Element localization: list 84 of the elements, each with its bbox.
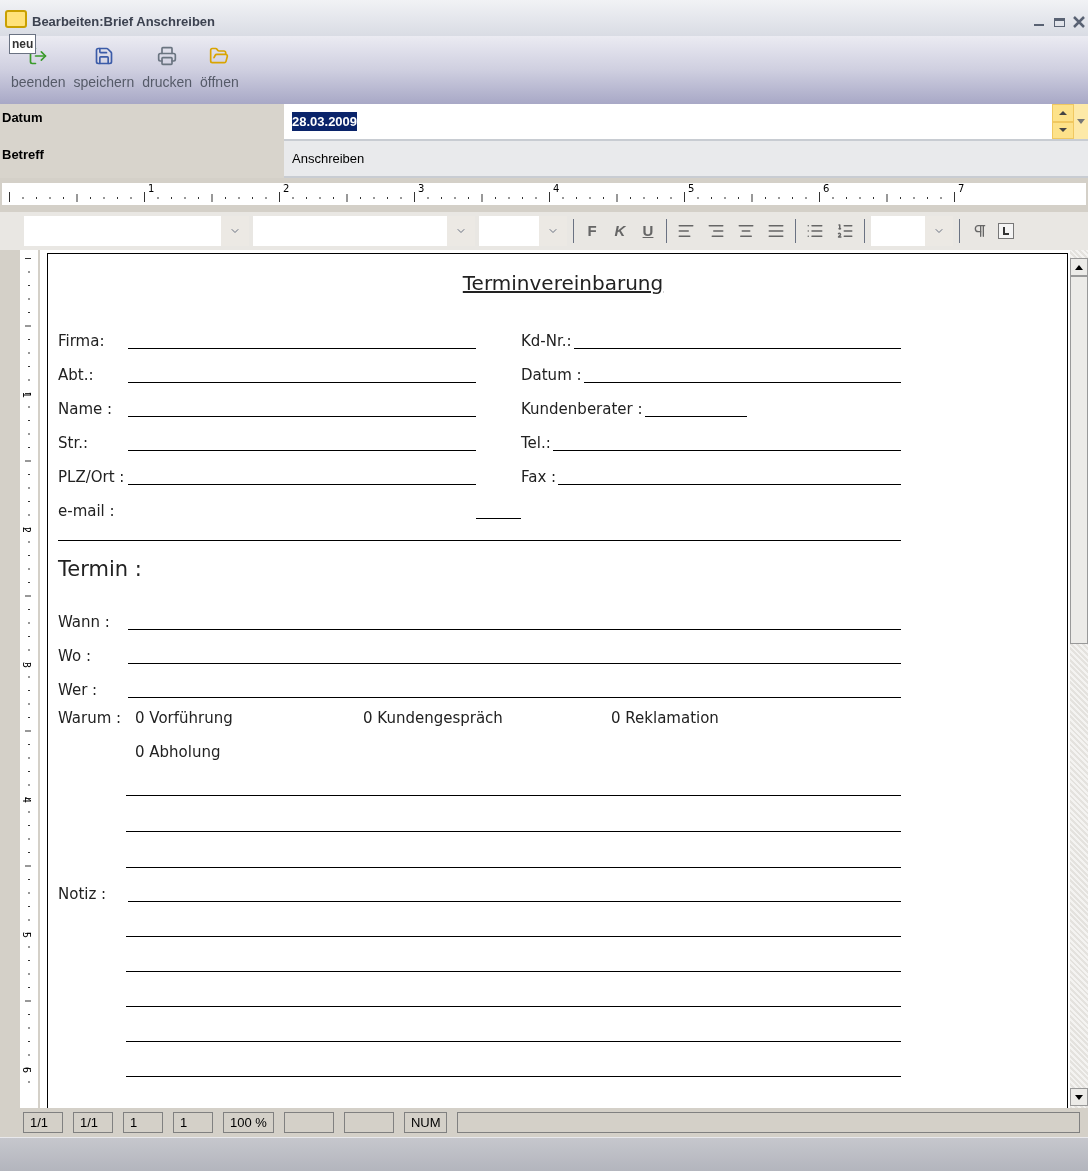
tab-stop-icon[interactable]: [998, 223, 1014, 239]
status-panel: [283, 1112, 334, 1133]
format-button[interactable]: F: [580, 219, 604, 243]
form-label: Wer :: [58, 679, 99, 701]
ruler-number: 1: [148, 183, 155, 195]
ruler-number: 6: [823, 183, 830, 195]
ruler-number: 6: [21, 1066, 32, 1074]
ruler-number: 3: [21, 661, 32, 669]
dropdown-button[interactable]: [1074, 104, 1088, 139]
status-panel: [343, 1112, 394, 1133]
form-label: Kundenberater :: [521, 398, 644, 420]
ruler-number: 2: [21, 526, 32, 534]
numbered-list-icon[interactable]: [836, 222, 854, 240]
dropdown-field[interactable]: [871, 216, 953, 246]
up-arrow-icon: [1075, 264, 1083, 270]
form-label: e-mail :: [58, 500, 116, 522]
status-panel: 1: [123, 1112, 163, 1133]
status-panel: 1/1: [23, 1112, 63, 1133]
field-label: Datum: [0, 104, 284, 141]
fill-in-line: [476, 518, 521, 519]
printer-icon: [157, 46, 178, 66]
toolbar-button[interactable]: öffnen: [197, 46, 242, 93]
ruler-number: 2: [283, 183, 290, 195]
option-label: 0 Reklamation: [611, 707, 720, 729]
toolbar-button[interactable]: drucken: [139, 46, 196, 93]
dropdown-field[interactable]: [24, 216, 249, 246]
form-label: Kd-Nr.:: [521, 330, 573, 352]
status-panel: 1: [173, 1112, 213, 1133]
option-label: 0 Kundengespräch: [363, 707, 504, 729]
dropdown-field[interactable]: [253, 216, 475, 246]
status-panel: NUM: [403, 1112, 448, 1133]
up-arrow-icon: [1059, 110, 1067, 115]
form-label: Firma:: [58, 330, 106, 352]
align-left-icon[interactable]: [677, 222, 695, 240]
align-center-icon[interactable]: [737, 222, 755, 240]
ruler-number: 5: [688, 183, 695, 195]
bulleted-list-icon[interactable]: [806, 222, 824, 240]
spin-up-button[interactable]: [1052, 104, 1074, 122]
down-arrow-icon: [1075, 1094, 1083, 1100]
form-label: PLZ/Ort :: [58, 466, 126, 488]
section-heading: Termin :: [58, 555, 142, 583]
form-label: Wo :: [58, 645, 92, 667]
date-field[interactable]: 28.03.2009: [284, 104, 1088, 141]
tooltip: neu: [9, 34, 37, 54]
align-justify-icon[interactable]: [767, 222, 785, 240]
ruler-number: 4: [21, 796, 32, 804]
option-label: 0 Abholung: [135, 741, 221, 763]
toolbar-button[interactable]: speichern: [70, 46, 138, 93]
align-right-icon[interactable]: [707, 222, 725, 240]
ruler-number: 7: [958, 183, 965, 195]
format-button[interactable]: K: [608, 219, 632, 243]
scroll-down-button[interactable]: [1070, 1088, 1088, 1106]
field-label: Betreff: [0, 141, 284, 178]
scroll-thumb[interactable]: [1070, 276, 1088, 644]
dropdown-field[interactable]: [479, 216, 567, 246]
form-label: Wann :: [58, 611, 111, 633]
subject-field[interactable]: Anschreiben: [284, 141, 1088, 178]
format-button[interactable]: U: [636, 219, 660, 243]
ruler-number: 3: [418, 183, 425, 195]
form-label: Datum :: [521, 364, 583, 386]
form-label: Str.:: [58, 432, 89, 454]
status-panel: 100 %: [223, 1112, 274, 1133]
save-icon: [93, 46, 114, 66]
down-arrow-icon: [1059, 128, 1067, 133]
close-icon[interactable]: [1073, 16, 1085, 28]
option-label: 0 Vorführung: [135, 707, 234, 729]
scroll-up-button[interactable]: [1070, 258, 1088, 276]
form-label: Warum :: [58, 707, 123, 729]
status-panel: 1/1: [73, 1112, 113, 1133]
form-label: Abt.:: [58, 364, 95, 386]
pilcrow-icon[interactable]: [972, 223, 988, 239]
maximize-icon[interactable]: [1054, 17, 1065, 27]
ruler-number: 5: [21, 931, 32, 939]
window-title: Bearbeiten:Brief Anschreiben: [32, 13, 215, 32]
ruler-number: 1: [21, 391, 32, 399]
ruler-number: 4: [553, 183, 560, 195]
vertical-scrollbar[interactable]: [1070, 250, 1088, 1108]
form-label: Fax :: [521, 466, 558, 488]
form-label: Name :: [58, 398, 114, 420]
down-arrow-icon: [1077, 119, 1085, 124]
form-label: Tel.:: [521, 432, 552, 454]
document-title: Terminvereinbarung: [462, 270, 664, 297]
folder-icon: [209, 46, 230, 66]
form-label: Notiz :: [58, 883, 108, 905]
